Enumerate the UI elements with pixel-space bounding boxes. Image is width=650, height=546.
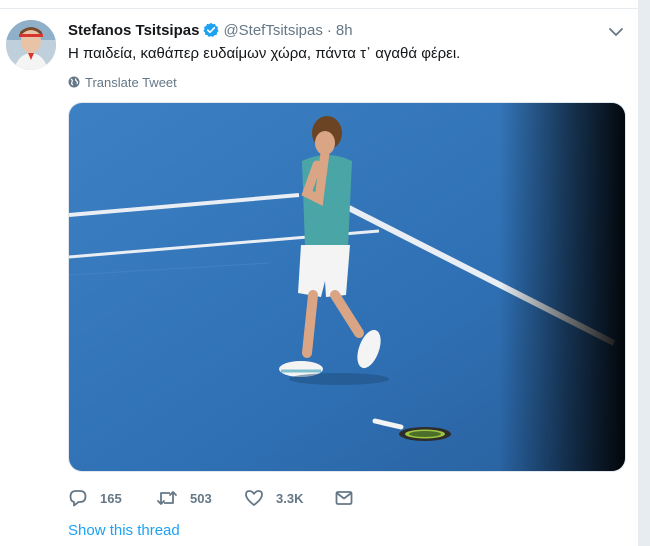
divider: [0, 8, 638, 9]
translate-label: Translate Tweet: [85, 74, 177, 90]
tweet-container: Stefanos Tsitsipas @StefTsitsipas · 8h Η…: [0, 0, 650, 546]
reply-count: 165: [100, 490, 122, 506]
tennis-court-photo: [69, 103, 625, 471]
chevron-down-icon[interactable]: [608, 24, 624, 40]
show-thread-link[interactable]: Show this thread: [68, 522, 180, 539]
reply-icon: [69, 490, 87, 507]
avatar[interactable]: [6, 20, 56, 70]
verified-badge-icon: [203, 22, 220, 38]
separator-dot: ·: [326, 21, 332, 39]
globe-icon: [68, 76, 80, 88]
envelope-icon: [335, 491, 353, 505]
retweet-icon: [157, 491, 177, 505]
heart-icon: [245, 490, 263, 506]
tweet-actions: 165 503 3.3K: [68, 486, 488, 510]
like-count: 3.3K: [276, 490, 304, 506]
tweet-header: Stefanos Tsitsipas @StefTsitsipas · 8h: [68, 20, 353, 40]
tweet-text: Η παιδεία, καθάπερ ευδαίμων χώρα, πάντα …: [68, 45, 461, 62]
tweet-timestamp[interactable]: 8h: [336, 22, 353, 39]
display-name[interactable]: Stefanos Tsitsipas: [68, 22, 199, 39]
reply-button[interactable]: 165: [68, 486, 122, 510]
page-gutter: [638, 0, 650, 546]
like-button[interactable]: 3.3K: [244, 486, 303, 510]
user-handle[interactable]: @StefTsitsipas: [223, 22, 322, 39]
avatar-image: [6, 20, 56, 70]
tweet-photo[interactable]: [68, 102, 626, 472]
translate-tweet-link[interactable]: Translate Tweet: [68, 74, 177, 90]
retweet-button[interactable]: 503: [156, 486, 212, 510]
retweet-count: 503: [190, 490, 212, 506]
direct-message-button[interactable]: [334, 486, 366, 510]
